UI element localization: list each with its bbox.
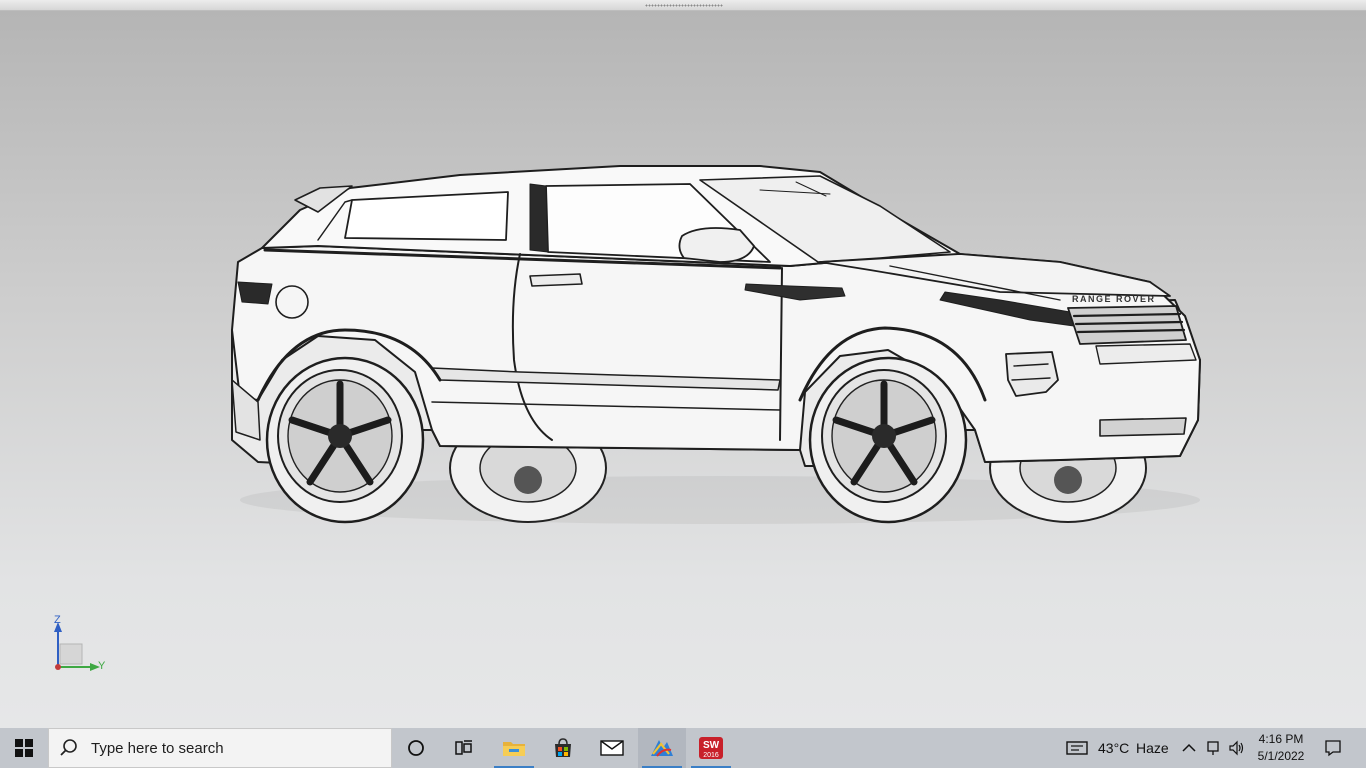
car-3d-model[interactable]: RANGE ROVER xyxy=(0,0,1366,728)
volume-button[interactable] xyxy=(1226,728,1248,768)
triad-y-label: Y xyxy=(98,660,106,672)
weather-button[interactable] xyxy=(1062,728,1092,768)
notification-icon xyxy=(1325,740,1341,757)
grille-badge-text: RANGE ROVER xyxy=(1072,294,1156,304)
cortana-icon xyxy=(408,740,424,756)
speaker-icon xyxy=(1229,740,1244,756)
front-near-wheel xyxy=(808,356,968,524)
windows-logo-icon xyxy=(15,739,33,757)
reference-triad: Z Y xyxy=(48,612,118,678)
clock-time: 4:16 PM xyxy=(1258,732,1304,746)
start-button[interactable] xyxy=(0,728,48,768)
weather-temperature[interactable]: 43°C xyxy=(1098,728,1129,768)
network-button[interactable] xyxy=(1202,728,1224,768)
3d-viewport[interactable]: RANGE ROVER Z Y xyxy=(0,0,1366,728)
notifications-button[interactable] xyxy=(1318,728,1348,768)
weather-condition[interactable]: Haze xyxy=(1136,728,1169,768)
solidworks-2016-label: 2016 xyxy=(703,752,719,759)
search-placeholder: Type here to search xyxy=(91,739,224,757)
chevron-up-icon xyxy=(1182,743,1196,752)
search-icon xyxy=(60,739,77,756)
search-box[interactable]: Type here to search xyxy=(48,728,392,768)
weather-widget-icon xyxy=(1066,741,1088,755)
svg-text:SW: SW xyxy=(703,740,720,751)
cortana-button[interactable] xyxy=(392,728,440,768)
task-view-icon xyxy=(455,740,472,755)
show-hidden-icons-button[interactable] xyxy=(1178,728,1200,768)
task-view-button[interactable] xyxy=(440,728,488,768)
triad-z-label: Z xyxy=(54,614,61,626)
clock-date: 5/1/2022 xyxy=(1257,749,1305,763)
microsoft-store-button[interactable] xyxy=(539,728,587,768)
solidworks-2016-icon: SW 2016 xyxy=(699,737,723,759)
windows-taskbar: Type here to search SW 2016 43°C Haze 4:… xyxy=(0,728,1366,768)
mail-icon xyxy=(600,740,624,756)
taskbar-clock[interactable]: 4:16 PM 5/1/2022 xyxy=(1254,731,1308,765)
mail-button[interactable] xyxy=(588,728,636,768)
rear-near-wheel xyxy=(265,356,425,524)
solidworks-launcher-icon xyxy=(651,740,673,757)
file-explorer-icon xyxy=(503,742,525,756)
solidworks-launcher-button[interactable] xyxy=(638,728,686,768)
microsoft-store-icon xyxy=(555,738,571,757)
file-explorer-button[interactable] xyxy=(490,728,538,768)
solidworks-2016-button[interactable]: SW 2016 xyxy=(687,728,735,768)
network-icon xyxy=(1207,741,1219,755)
